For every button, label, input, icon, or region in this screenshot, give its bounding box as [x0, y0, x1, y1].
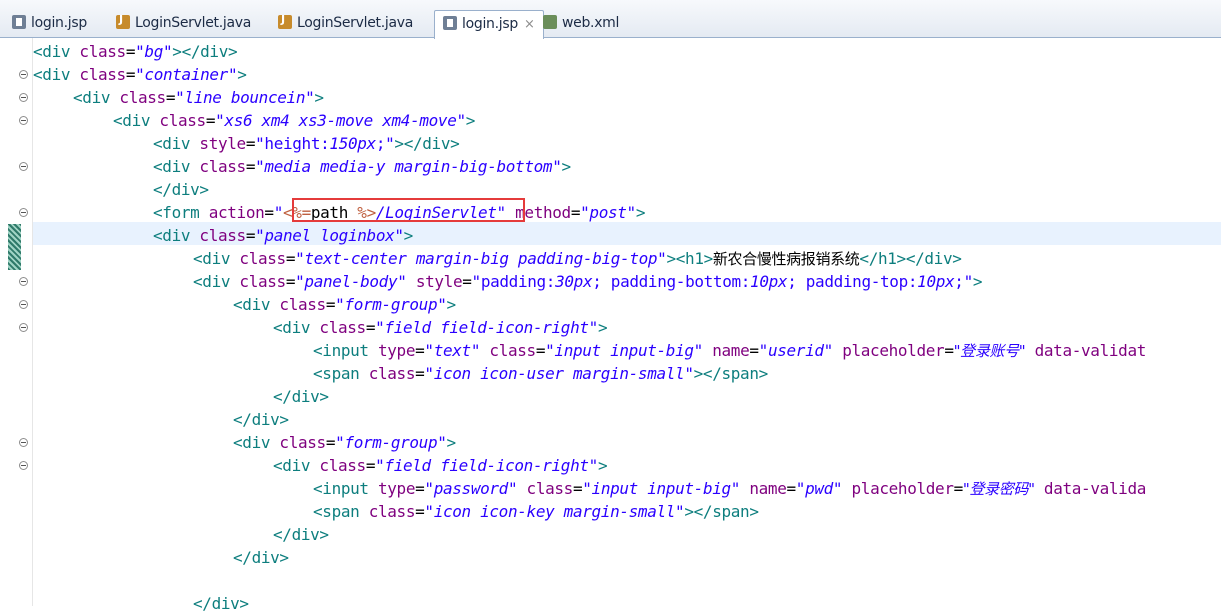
code-line-5: <div style="height:150px;"></div> [153, 134, 460, 153]
highlight-box [292, 198, 525, 222]
code-line-11: <div class="panel-body" style="padding:3… [193, 272, 983, 291]
code-line-9: <div class="panel loginbox"> [153, 226, 413, 245]
tab-label: login.jsp [31, 15, 87, 31]
fold-toggle-icon[interactable] [19, 461, 28, 470]
fold-toggle-icon[interactable] [19, 438, 28, 447]
fold-toggle-icon[interactable] [19, 70, 28, 79]
code-line-18: <div class="form-group"> [233, 433, 456, 452]
tab-login-jsp-1[interactable]: login.jsp [4, 10, 95, 38]
code-line-2: <div class="container"> [33, 65, 247, 84]
code-line-4: <div class="xs6 xm4 xs3-move xm4-move"> [113, 111, 476, 130]
editor-tab-bar: login.jsp LoginServlet.java LoginServlet… [0, 0, 1221, 39]
tab-label: web.xml [562, 15, 620, 31]
jsp-file-icon [12, 15, 26, 29]
code-line-17: </div> [233, 410, 289, 429]
fold-toggle-icon[interactable] [19, 277, 28, 286]
code-line-7: </div> [153, 180, 209, 199]
fold-toggle-icon[interactable] [19, 300, 28, 309]
tab-label: LoginServlet.java [135, 15, 251, 31]
code-line-6: <div class="media media-y margin-big-bot… [153, 157, 571, 176]
tab-label: login.jsp [462, 16, 518, 32]
fold-toggle-icon[interactable] [19, 323, 28, 332]
code-editor[interactable]: <div class="bg"></div> <div class="conta… [0, 38, 1221, 613]
code-line-10: <div class="text-center margin-big paddi… [193, 249, 962, 268]
code-line-21: <span class="icon icon-key margin-small"… [313, 502, 759, 521]
code-line-16: </div> [273, 387, 329, 406]
fold-toggle-icon[interactable] [19, 208, 28, 217]
java-file-icon [278, 13, 292, 29]
code-line-19: <div class="field field-icon-right"> [273, 456, 608, 475]
code-line-22: </div> [273, 525, 329, 544]
tab-label: LoginServlet.java [297, 15, 413, 31]
jsp-file-icon [443, 16, 457, 30]
code-line-14: <input type="text" class="input input-bi… [313, 341, 1147, 360]
xml-file-icon [543, 15, 557, 29]
fold-toggle-icon[interactable] [19, 162, 28, 171]
fold-toggle-icon[interactable] [19, 116, 28, 125]
code-line-13: <div class="field field-icon-right"> [273, 318, 608, 337]
code-line-15: <span class="icon icon-user margin-small… [313, 364, 768, 383]
tab-web-xml[interactable]: web.xml [535, 10, 627, 38]
code-line-25: </div> [193, 594, 249, 613]
code-line-12: <div class="form-group"> [233, 295, 456, 314]
java-file-icon [116, 13, 130, 29]
code-line-20: <input type="password" class="input inpu… [313, 479, 1147, 498]
tab-loginservlet-java-2[interactable]: LoginServlet.java [270, 10, 421, 38]
code-line-3: <div class="line bouncein"> [73, 88, 324, 107]
tab-loginservlet-java-1[interactable]: LoginServlet.java [108, 10, 259, 38]
code-line-23: </div> [233, 548, 289, 567]
change-marker [8, 224, 21, 270]
close-icon[interactable]: × [524, 17, 535, 32]
editor-gutter [0, 38, 33, 606]
fold-toggle-icon[interactable] [19, 93, 28, 102]
tab-login-jsp-active[interactable]: login.jsp × [434, 10, 544, 39]
code-line-1: <div class="bg"></div> [33, 42, 238, 61]
